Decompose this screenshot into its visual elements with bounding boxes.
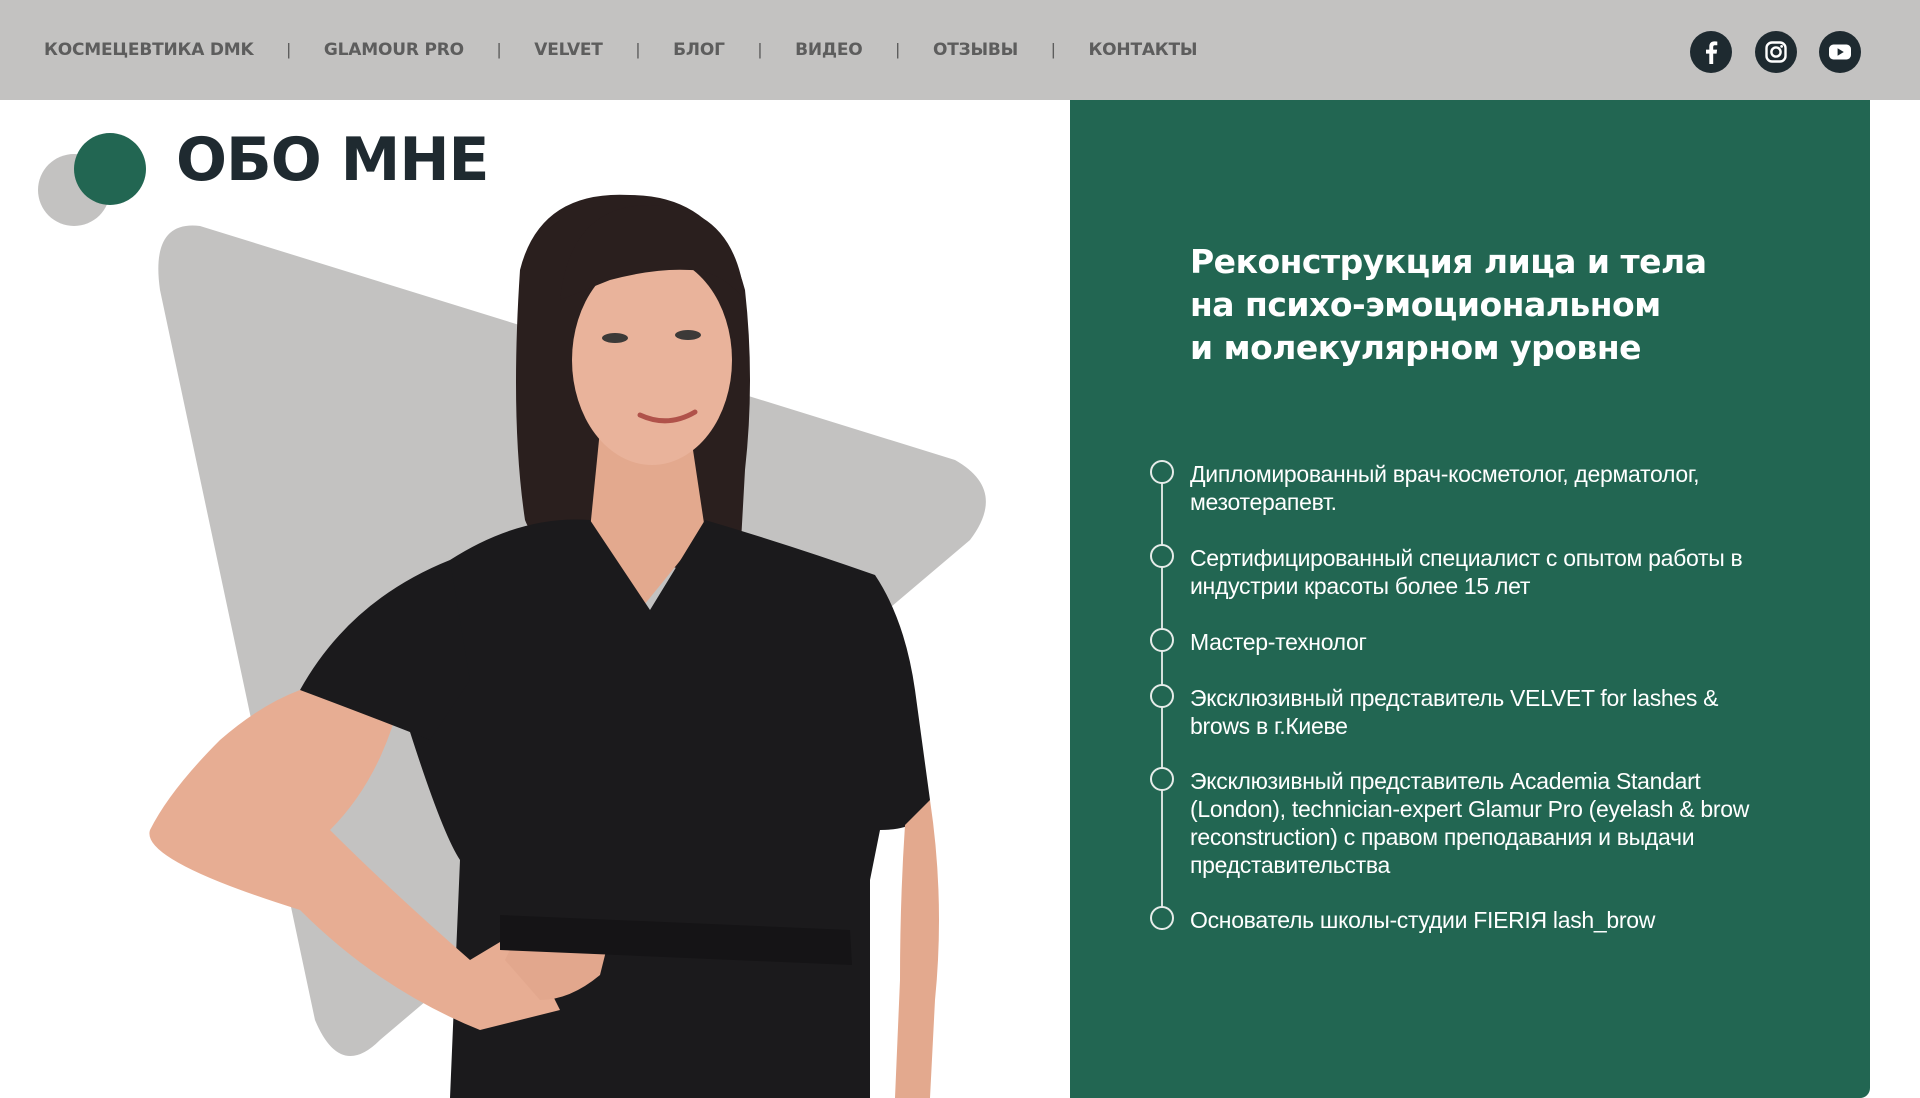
- timeline-dot-icon: [1150, 767, 1174, 791]
- timeline-item-text: Сертифицированный специалист с опытом ра…: [1190, 545, 1743, 599]
- portrait-photo: [149, 194, 939, 1098]
- panel-heading-line: и молекулярном уровне: [1190, 328, 1642, 367]
- timeline-dot-icon: [1150, 684, 1174, 708]
- timeline-item-text: Мастер-технолог: [1190, 629, 1367, 655]
- timeline-item-text: Дипломированный врач-косметолог, дермато…: [1190, 461, 1700, 515]
- timeline-dot-icon: [1150, 628, 1174, 652]
- timeline-dot-icon: [1150, 906, 1174, 930]
- timeline-dot-icon: [1150, 544, 1174, 568]
- nav-item-contacts[interactable]: КОНТАКТЫ: [1088, 40, 1197, 60]
- timeline-item-text: Эксклюзивный представитель Academia Stan…: [1190, 768, 1750, 878]
- panel-heading: Реконструкция лица и тела на психо-эмоци…: [1190, 240, 1750, 369]
- youtube-icon[interactable]: [1819, 31, 1861, 73]
- timeline-item-text: Основатель школы-студии FIERIЯ lash_brow: [1190, 907, 1656, 933]
- panel-heading-line: Реконструкция лица и тела: [1190, 242, 1707, 281]
- facebook-icon[interactable]: [1690, 31, 1732, 73]
- panel-heading-line: на психо-эмоциональном: [1190, 285, 1661, 324]
- instagram-icon[interactable]: [1755, 31, 1797, 73]
- about-info-panel: Реконструкция лица и тела на психо-эмоци…: [1070, 100, 1870, 1098]
- timeline-dot-icon: [1150, 460, 1174, 484]
- timeline-item-text: Эксклюзивный представитель VELVET for la…: [1190, 685, 1719, 739]
